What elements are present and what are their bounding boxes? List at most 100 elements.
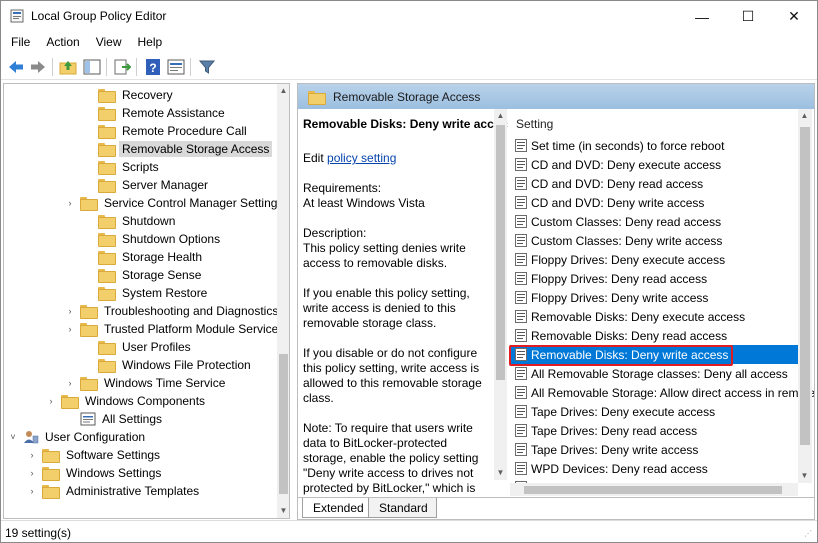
setting-row[interactable]: Floppy Drives: Deny write access <box>510 288 798 307</box>
status-bar: 19 setting(s) ⋰ <box>1 520 817 542</box>
tree-item[interactable]: › Troubleshooting and Diagnostics <box>64 302 281 320</box>
close-button[interactable]: ✕ <box>771 1 817 32</box>
setting-row[interactable]: Tape Drives: Deny read access <box>510 421 798 440</box>
folder-icon <box>98 143 116 157</box>
policy-setting-icon <box>515 291 527 304</box>
setting-row[interactable]: CD and DVD: Deny read access <box>510 174 798 193</box>
forward-arrow-icon[interactable] <box>29 58 47 76</box>
tree-item[interactable]: › Administrative Templates <box>26 482 202 500</box>
expand-chevron-icon[interactable]: ˅ <box>7 432 19 442</box>
pane-header: Removable Storage Access <box>298 84 814 109</box>
minimize-button[interactable]: — <box>679 1 725 32</box>
expand-chevron-icon[interactable]: › <box>26 468 38 478</box>
setting-row[interactable]: Floppy Drives: Deny execute access <box>510 250 798 269</box>
export-list-icon[interactable] <box>113 58 131 76</box>
tree-item[interactable]: Windows File Protection <box>82 356 254 374</box>
setting-row[interactable]: Removable Disks: Deny write access <box>510 345 798 364</box>
policy-description-body: Edit policy setting Requirements: At leas… <box>303 151 488 496</box>
setting-label: Tape Drives: Deny read access <box>531 423 698 438</box>
folder-icon <box>42 467 60 481</box>
tree-item[interactable]: Storage Health <box>82 248 205 266</box>
setting-row[interactable]: WPD Devices: Deny read access <box>510 459 798 478</box>
tab-standard[interactable]: Standard <box>368 498 437 518</box>
tree-item[interactable]: Shutdown <box>82 212 178 230</box>
console-tree[interactable]: Recovery Remote Assistance Remote Procedur… <box>3 83 290 519</box>
tree-item[interactable]: Remote Assistance <box>82 104 228 122</box>
scroll-up-arrow-icon[interactable]: ▲ <box>494 109 507 123</box>
maximize-button[interactable]: ☐ <box>725 1 771 32</box>
resize-grip-icon[interactable]: ⋰ <box>804 529 814 539</box>
menu-view[interactable]: View <box>86 32 128 52</box>
tree-item[interactable]: › Windows Settings <box>26 464 164 482</box>
tree-item[interactable]: Remote Procedure Call <box>82 122 250 140</box>
scroll-up-arrow-icon[interactable]: ▲ <box>277 84 289 98</box>
expand-chevron-icon[interactable]: › <box>26 486 38 496</box>
scroll-down-arrow-icon[interactable]: ▼ <box>494 466 507 480</box>
tree-item[interactable]: Scripts <box>82 158 162 176</box>
setting-row[interactable]: Set time (in seconds) to force reboot <box>510 136 798 155</box>
tree-scroll-thumb[interactable] <box>279 354 288 494</box>
tree-item[interactable]: Recovery <box>82 86 176 104</box>
description-scrollbar[interactable]: ▲ ▼ <box>494 109 507 480</box>
scroll-down-arrow-icon[interactable]: ▼ <box>798 469 811 483</box>
setting-row[interactable]: All Removable Storage classes: Deny all … <box>510 364 798 383</box>
setting-row[interactable]: All Removable Storage: Allow direct acce… <box>510 383 814 402</box>
settings-scroll-thumb[interactable] <box>800 127 810 445</box>
menu-help[interactable]: Help <box>128 32 169 52</box>
tree-item[interactable]: Shutdown Options <box>82 230 223 248</box>
menu-bar: File Action View Help <box>1 32 817 52</box>
tree-scrollbar[interactable]: ▲ ▼ <box>277 84 289 518</box>
expand-chevron-icon[interactable]: › <box>64 378 76 388</box>
setting-row[interactable]: Floppy Drives: Deny read access <box>510 269 798 288</box>
expand-chevron-icon[interactable]: › <box>64 324 76 334</box>
folder-icon <box>42 449 60 463</box>
title-bar[interactable]: Local Group Policy Editor — ☐ ✕ <box>1 1 817 32</box>
tree-item[interactable]: › Service Control Manager Setting <box>64 194 280 212</box>
expand-chevron-icon[interactable]: › <box>64 306 76 316</box>
requirements-value: At least Windows Vista <box>303 196 425 210</box>
settings-list[interactable]: Setting Set time (in seconds) to force r… <box>510 109 814 497</box>
setting-row[interactable]: Removable Disks: Deny execute access <box>510 307 798 326</box>
edit-policy-setting-link[interactable]: policy setting <box>327 151 396 165</box>
tree-item[interactable]: All Settings <box>64 410 165 428</box>
tree-item[interactable]: › Windows Time Service <box>64 374 228 392</box>
tab-extended[interactable]: Extended <box>302 498 373 518</box>
expand-chevron-icon[interactable]: › <box>26 450 38 460</box>
tree-item[interactable]: System Restore <box>82 284 210 302</box>
tree-item[interactable]: Removable Storage Access <box>82 140 273 158</box>
filter-icon[interactable] <box>198 58 216 76</box>
settings-list-hscrollbar[interactable] <box>510 483 798 496</box>
setting-row[interactable]: CD and DVD: Deny write access <box>510 193 798 212</box>
tree-item[interactable]: › Trusted Platform Module Service <box>64 320 281 338</box>
properties-icon[interactable] <box>167 58 185 76</box>
tree-item[interactable]: User Profiles <box>82 338 194 356</box>
description-scroll-thumb[interactable] <box>496 125 505 380</box>
show-hide-tree-icon[interactable] <box>83 58 101 76</box>
back-arrow-icon[interactable] <box>7 58 25 76</box>
setting-row[interactable]: Removable Disks: Deny read access <box>510 326 798 345</box>
settings-list-scrollbar[interactable]: ▲ ▼ <box>798 109 812 483</box>
settings-hscroll-thumb[interactable] <box>524 486 782 494</box>
scroll-up-arrow-icon[interactable]: ▲ <box>798 109 811 123</box>
setting-row[interactable]: Tape Drives: Deny execute access <box>510 402 798 421</box>
tree-item[interactable]: › Windows Components <box>45 392 208 410</box>
setting-row[interactable]: Custom Classes: Deny read access <box>510 212 798 231</box>
setting-row[interactable]: CD and DVD: Deny execute access <box>510 155 798 174</box>
tree-item[interactable]: › Software Settings <box>26 446 163 464</box>
scroll-down-arrow-icon[interactable]: ▼ <box>277 504 289 518</box>
tree-item-label: System Restore <box>122 286 208 300</box>
tree-item[interactable]: ˅ User Configuration <box>7 428 148 446</box>
column-header-setting[interactable]: Setting <box>516 117 553 131</box>
up-folder-icon[interactable] <box>59 58 77 76</box>
tree-item[interactable]: Storage Sense <box>82 266 204 284</box>
menu-file[interactable]: File <box>1 32 36 52</box>
menu-action[interactable]: Action <box>36 32 85 52</box>
help-icon[interactable]: ? <box>144 58 162 76</box>
edit-prefix: Edit <box>303 151 328 165</box>
policy-editor-icon <box>10 9 24 23</box>
tree-item[interactable]: Server Manager <box>82 176 211 194</box>
expand-chevron-icon[interactable]: › <box>45 396 57 406</box>
expand-chevron-icon[interactable]: › <box>64 198 76 208</box>
setting-row[interactable]: Tape Drives: Deny write access <box>510 440 798 459</box>
setting-row[interactable]: Custom Classes: Deny write access <box>510 231 798 250</box>
